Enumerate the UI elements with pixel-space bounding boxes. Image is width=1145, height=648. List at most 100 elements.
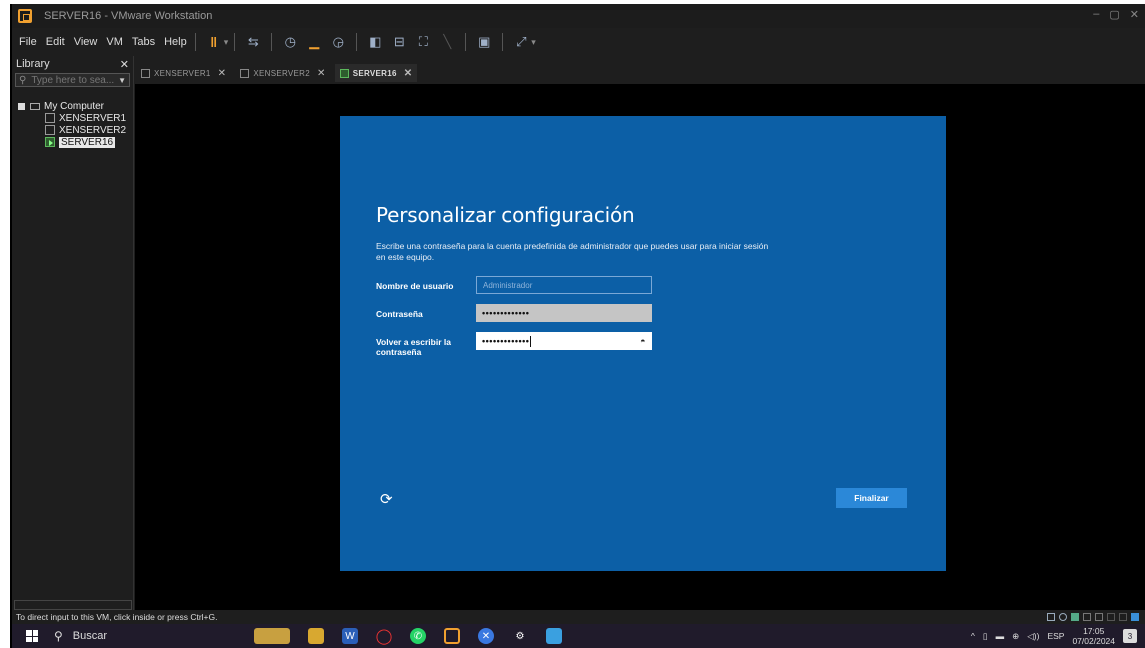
taskbar-search-label: Buscar xyxy=(72,630,108,642)
unity-icon: ╲ xyxy=(443,34,452,49)
word-icon[interactable]: W xyxy=(342,628,358,644)
vm-tabs: XENSERVER1 ✕ XENSERVER2 ✕ SERVER16 ✕ xyxy=(136,64,421,84)
stretch-guest-icon[interactable]: ⤢ xyxy=(512,33,530,51)
collapse-icon[interactable] xyxy=(18,102,25,110)
close-icon[interactable]: ✕ xyxy=(120,58,129,71)
snapshot-icon[interactable]: ◷ xyxy=(281,33,299,51)
settings-icon[interactable]: ⚙ xyxy=(512,628,528,644)
close-tab-icon[interactable]: ✕ xyxy=(317,68,326,79)
password-value: ••••••••••••• xyxy=(482,308,530,318)
menu-view[interactable]: View xyxy=(74,36,98,48)
tab-xenserver2[interactable]: XENSERVER2 ✕ xyxy=(235,64,331,82)
confirm-password-row: Volver a escribir la contraseña ••••••••… xyxy=(376,332,652,357)
tree-item-server16[interactable]: SERVER16 xyxy=(12,136,133,148)
username-field[interactable]: Administrador xyxy=(476,276,652,294)
library-scroll-area xyxy=(14,600,132,610)
network-globe-icon[interactable]: ⊕ xyxy=(1012,631,1019,642)
library-panel: Library ✕ ⚲ Type here to sea... ▼ My Com… xyxy=(12,56,134,610)
widgets-icon[interactable] xyxy=(254,628,290,644)
tree-item-my-computer[interactable]: My Computer xyxy=(12,100,133,112)
whatsapp-icon[interactable]: ✆ xyxy=(410,628,426,644)
username-label: Nombre de usuario xyxy=(376,281,454,291)
system-tray: ^ ▯ ▬ ⊕ ◁)) ESP 17:05 07/02/2024 3 xyxy=(971,626,1137,646)
device-icon[interactable]: ▯ xyxy=(983,631,988,642)
console-view-icon[interactable]: ▣ xyxy=(475,33,493,51)
send-ctrl-alt-del-icon[interactable]: ⇆ xyxy=(244,33,262,51)
revert-snapshot-icon[interactable]: ▁ xyxy=(305,33,323,51)
close-tab-icon[interactable]: ✕ xyxy=(404,68,413,79)
show-library-icon[interactable]: ◧ xyxy=(366,33,384,51)
minimize-button[interactable]: – xyxy=(1093,8,1099,21)
library-search-input[interactable]: ⚲ Type here to sea... ▼ xyxy=(15,73,130,87)
vmware-icon xyxy=(18,9,32,23)
opera-icon[interactable]: ◯ xyxy=(376,628,393,645)
status-text: To direct input to this VM, click inside… xyxy=(16,612,218,622)
notifications-icon[interactable]: 3 xyxy=(1123,629,1137,643)
reveal-password-icon[interactable]: ◓ xyxy=(640,336,646,346)
tree-item-xenserver1[interactable]: XENSERVER1 xyxy=(12,112,133,124)
tab-xenserver1[interactable]: XENSERVER1 ✕ xyxy=(136,64,232,82)
vm-icon xyxy=(45,125,55,135)
chevron-down-icon[interactable]: ▼ xyxy=(118,76,126,85)
accessibility-icon[interactable]: ⟳ xyxy=(380,490,398,508)
windows-taskbar: ⚲ Buscar W ◯ ✆ ✕ ⚙ ^ ▯ ▬ ⊕ ◁)) ESP 17:05… xyxy=(12,624,1145,648)
menu-vm[interactable]: VM xyxy=(106,36,123,48)
tree-item-label: My Computer xyxy=(44,100,105,112)
full-screen-icon[interactable]: ⛶ xyxy=(414,33,432,51)
clock[interactable]: 17:05 07/02/2024 xyxy=(1072,626,1115,646)
tab-label: XENSERVER2 xyxy=(253,68,310,78)
printer-icon[interactable] xyxy=(1107,613,1115,621)
vm-icon xyxy=(45,113,55,123)
maximize-button[interactable]: ▢ xyxy=(1109,8,1119,21)
xencenter-icon[interactable]: ✕ xyxy=(478,628,494,644)
pause-icon[interactable]: ‖ xyxy=(205,33,223,51)
username-row: Nombre de usuario Administrador xyxy=(376,276,652,294)
vm-console[interactable]: Personalizar configuración Escribe una c… xyxy=(135,84,1145,610)
vm-running-icon xyxy=(339,68,349,78)
close-tab-icon[interactable]: ✕ xyxy=(218,68,227,79)
menu-help[interactable]: Help xyxy=(164,36,187,48)
tab-server16[interactable]: SERVER16 ✕ xyxy=(334,64,418,82)
usb-icon[interactable] xyxy=(1083,613,1091,621)
menu-tabs[interactable]: Tabs xyxy=(132,36,155,48)
chevron-down-icon[interactable]: ▾ xyxy=(531,37,536,48)
tab-label: XENSERVER1 xyxy=(154,68,211,78)
password-row: Contraseña ••••••••••••• xyxy=(376,304,652,322)
thumbnail-bar-icon[interactable]: ⊟ xyxy=(390,33,408,51)
sound-icon[interactable] xyxy=(1095,613,1103,621)
display-icon[interactable] xyxy=(1119,613,1127,621)
vmware-taskbar-icon[interactable] xyxy=(444,628,460,644)
confirm-password-field[interactable]: ••••••••••••• ◓ xyxy=(476,332,652,350)
file-explorer-icon[interactable] xyxy=(308,628,324,644)
menu-file[interactable]: File xyxy=(19,36,37,48)
tree-item-xenserver2[interactable]: XENSERVER2 xyxy=(12,124,133,136)
vm-icon xyxy=(240,68,250,78)
toolbar-separator xyxy=(194,33,196,51)
chevron-up-icon[interactable]: ^ xyxy=(971,631,975,641)
oobe-screen[interactable]: Personalizar configuración Escribe una c… xyxy=(340,116,946,571)
vm-running-icon xyxy=(45,137,55,147)
window-controls: – ▢ ✕ xyxy=(1093,8,1139,21)
finish-button[interactable]: Finalizar xyxy=(836,488,907,508)
remote-desktop-icon[interactable] xyxy=(546,628,562,644)
cd-icon[interactable] xyxy=(1059,613,1067,621)
menu-edit[interactable]: Edit xyxy=(46,36,65,48)
snapshot-manager-icon[interactable]: ◶ xyxy=(329,33,347,51)
volume-icon[interactable]: ◁)) xyxy=(1027,631,1039,642)
computer-icon xyxy=(30,102,40,110)
language-indicator[interactable]: ESP xyxy=(1047,631,1064,641)
chevron-down-icon[interactable]: ▾ xyxy=(224,37,229,48)
library-title: Library xyxy=(16,58,50,70)
windows-start-icon[interactable] xyxy=(26,630,38,642)
password-field[interactable]: ••••••••••••• xyxy=(476,304,652,322)
message-icon[interactable] xyxy=(1131,613,1139,621)
window-title: SERVER16 - VMware Workstation xyxy=(44,10,213,22)
battery-icon[interactable]: ▬ xyxy=(996,631,1005,641)
network-icon[interactable] xyxy=(1071,613,1079,621)
taskbar-search[interactable]: ⚲ Buscar xyxy=(54,629,224,643)
hard-disk-icon[interactable] xyxy=(1047,613,1055,621)
clock-time: 17:05 xyxy=(1083,626,1105,636)
page-title: Personalizar configuración xyxy=(376,203,635,227)
close-button[interactable]: ✕ xyxy=(1130,8,1139,21)
toolbar-separator xyxy=(234,33,236,51)
